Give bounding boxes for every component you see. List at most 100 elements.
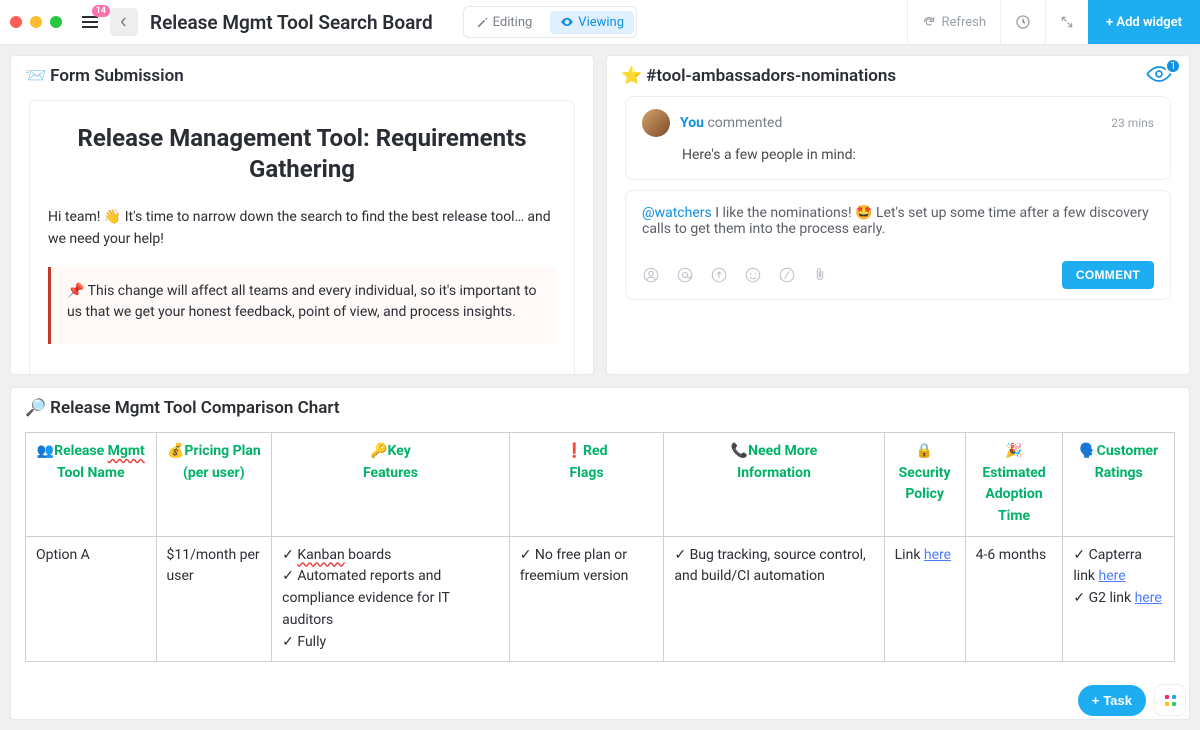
- col-features: 🔑KeyFeatures: [272, 433, 510, 537]
- add-widget-label: + Add widget: [1106, 15, 1182, 30]
- security-link[interactable]: here: [924, 547, 951, 563]
- nominations-widget: ⭐#tool-ambassadors-nominations 1 You com…: [606, 55, 1190, 375]
- commenter-name[interactable]: You: [680, 115, 704, 131]
- cell-security: Link here: [884, 536, 965, 661]
- comparison-body[interactable]: 👥Release Mgmt Tool Name 💰Pricing Plan (pe…: [11, 424, 1189, 719]
- reply-toolbar: COMMENT: [642, 261, 1154, 289]
- col-ratings-l2: Ratings: [1095, 465, 1143, 481]
- viewing-label: Viewing: [578, 15, 624, 30]
- main-menu-button[interactable]: 14: [76, 8, 104, 36]
- avatar[interactable]: [642, 109, 670, 137]
- form-widget-header: 📨Form Submission: [11, 56, 593, 92]
- col-name-squiggle: Mgmt: [108, 443, 145, 459]
- nominations-header: ⭐#tool-ambassadors-nominations: [607, 56, 1189, 92]
- lock-icon: 🔒: [916, 443, 933, 459]
- reply-text[interactable]: @watchers I like the nominations! 🤩 Let'…: [642, 205, 1154, 237]
- cell-flags: ✓ No free plan or freemium version: [509, 536, 664, 661]
- col-pricing-l2: (per user): [183, 465, 245, 481]
- table-row: Option A $11/month per user ✓ Kanban boa…: [26, 536, 1175, 661]
- greeting-post: It's time to narrow down the search to f…: [48, 209, 551, 247]
- form-widget-body[interactable]: Release Management Tool: Requirements Ga…: [11, 92, 593, 374]
- reply-box[interactable]: @watchers I like the nominations! 🤩 Let'…: [625, 190, 1171, 300]
- refresh-icon: [922, 15, 936, 29]
- nominations-body: You commented 23 mins Here's a few peopl…: [607, 92, 1189, 374]
- comment-action-label: commented: [704, 115, 782, 131]
- reply-pre: I like the nominations!: [712, 205, 855, 221]
- col-moreinfo-l2: Information: [737, 465, 811, 481]
- cell-pricing: $11/month per user: [156, 536, 272, 661]
- fullscreen-button[interactable]: [1045, 0, 1088, 44]
- feat3: ✓ Fully: [282, 632, 499, 654]
- back-button[interactable]: [110, 8, 138, 36]
- upload-icon[interactable]: [710, 266, 728, 284]
- new-task-button[interactable]: + Task: [1078, 685, 1146, 716]
- key-icon: 🔑: [370, 443, 387, 459]
- wave-icon: 👋: [104, 209, 121, 225]
- window-minimize-icon[interactable]: [30, 16, 42, 28]
- refresh-button[interactable]: Refresh: [907, 0, 1000, 44]
- comment-card: You commented 23 mins Here's a few peopl…: [625, 96, 1171, 180]
- add-widget-button[interactable]: + Add widget: [1088, 0, 1200, 44]
- mention[interactable]: @watchers: [642, 205, 712, 221]
- watchers-indicator[interactable]: 1: [1145, 64, 1173, 84]
- col-security: 🔒SecurityPolicy: [884, 433, 965, 537]
- hamburger-icon: [82, 21, 98, 23]
- feat1-word: Kanban: [297, 547, 344, 563]
- history-button[interactable]: [1000, 0, 1045, 44]
- comparison-header: 🔎Release Mgmt Tool Comparison Chart: [11, 388, 1189, 424]
- form-widget-title: Form Submission: [50, 66, 184, 86]
- col-security-l2: Policy: [905, 486, 944, 502]
- feat2: ✓ Automated reports and compliance evide…: [282, 566, 499, 631]
- col-ratings-l1: Customer: [1097, 443, 1158, 459]
- security-pre: Link: [895, 547, 924, 563]
- col-pricing-l1: Pricing Plan: [184, 443, 260, 459]
- people-icon: 👥: [37, 443, 54, 459]
- feat1-prefix: ✓: [282, 547, 297, 563]
- eye-icon: [560, 15, 574, 29]
- comparison-title: Release Mgmt Tool Comparison Chart: [50, 398, 339, 418]
- col-features-l1: Key: [388, 443, 411, 459]
- moneybag-icon: 💰: [167, 443, 184, 459]
- comparison-widget: 🔎Release Mgmt Tool Comparison Chart 👥Rel…: [10, 387, 1190, 720]
- task-label: Task: [1103, 693, 1132, 708]
- magnifier-icon: 🔎: [25, 398, 46, 418]
- apps-button[interactable]: [1154, 684, 1186, 716]
- dashboard-content: 📨Form Submission Release Management Tool…: [0, 45, 1200, 730]
- speaking-icon: 🗣️: [1079, 443, 1096, 459]
- capterra-link[interactable]: here: [1099, 568, 1126, 584]
- document-title: Release Management Tool: Requirements Ga…: [48, 123, 556, 185]
- attachment-icon[interactable]: [812, 266, 828, 284]
- window-traffic-lights: [10, 16, 62, 28]
- post-comment-button[interactable]: COMMENT: [1062, 261, 1154, 289]
- cell-name: Option A: [26, 536, 157, 661]
- view-mode-toggle: Editing Viewing: [463, 6, 637, 38]
- comparison-table: 👥Release Mgmt Tool Name 💰Pricing Plan (pe…: [25, 432, 1175, 662]
- watchers-count: 1: [1165, 58, 1181, 74]
- phone-icon: 📞: [731, 443, 748, 459]
- col-pricing: 💰Pricing Plan (per user): [156, 433, 272, 537]
- g2-link[interactable]: here: [1135, 590, 1162, 606]
- floating-actions: + Task: [1078, 684, 1186, 716]
- emoji-icon[interactable]: [744, 266, 762, 284]
- col-adoption-l1: Estimated: [982, 465, 1045, 481]
- slash-command-icon[interactable]: [778, 266, 796, 284]
- col-adoption: 🎉EstimatedAdoption Time: [965, 433, 1063, 537]
- at-icon[interactable]: [676, 266, 694, 284]
- window-close-icon[interactable]: [10, 16, 22, 28]
- col-moreinfo-l1: Need More: [748, 443, 817, 459]
- col-name-pre: Release: [54, 443, 108, 459]
- callout-body: This change will affect all teams and ev…: [67, 283, 537, 321]
- form-submission-widget: 📨Form Submission Release Management Tool…: [10, 55, 594, 375]
- cell-features: ✓ Kanban boards ✓ Automated reports and …: [272, 536, 510, 661]
- ratings2-pre: ✓ G2 link: [1073, 590, 1134, 606]
- col-adoption-l2: Adoption Time: [985, 486, 1042, 524]
- mention-user-icon[interactable]: [642, 266, 660, 284]
- refresh-label: Refresh: [942, 15, 986, 30]
- editing-mode-button[interactable]: Editing: [466, 11, 543, 34]
- pencil-icon: [476, 16, 489, 29]
- board-title: Release Mgmt Tool Search Board: [150, 11, 433, 34]
- viewing-mode-button[interactable]: Viewing: [550, 11, 634, 34]
- col-flags-l1: Red: [583, 443, 607, 459]
- col-tool-name: 👥Release Mgmt Tool Name: [26, 433, 157, 537]
- window-maximize-icon[interactable]: [50, 16, 62, 28]
